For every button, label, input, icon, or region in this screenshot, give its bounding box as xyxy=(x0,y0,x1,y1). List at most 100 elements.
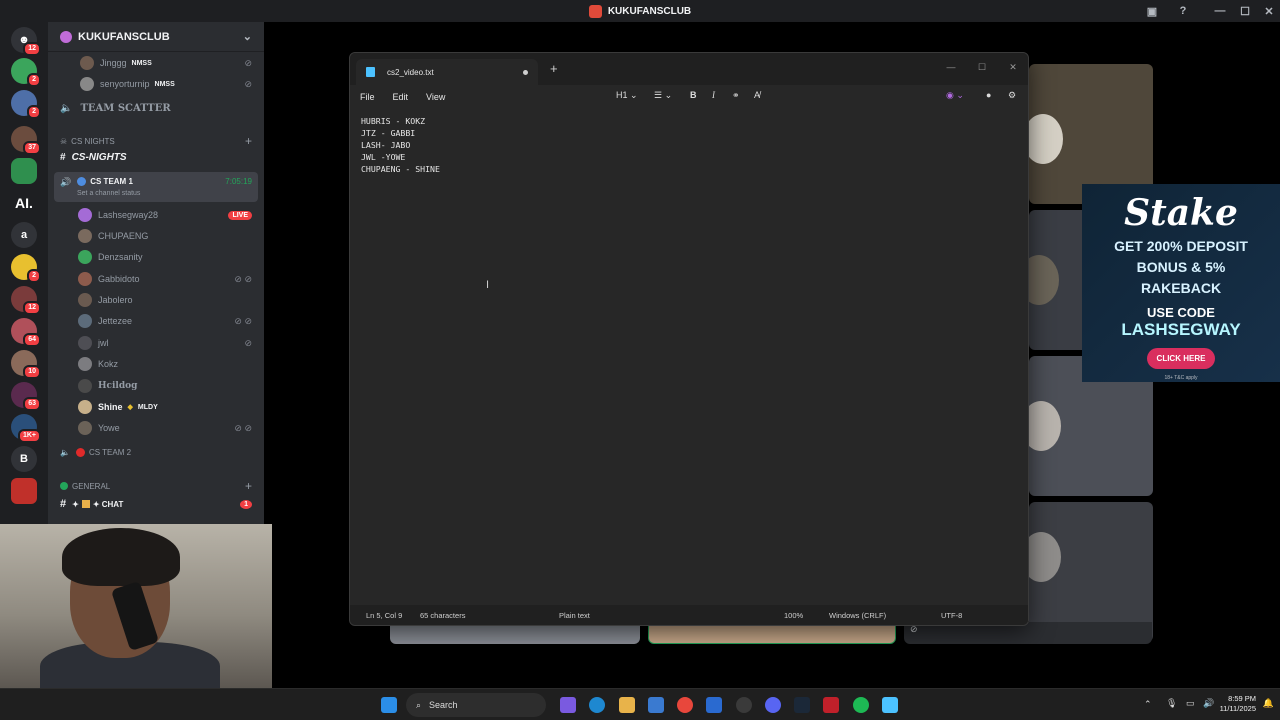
server-icon[interactable]: a xyxy=(11,222,37,248)
server-icon[interactable]: 2 xyxy=(11,58,41,87)
list-icon[interactable]: ☰ ⌄ xyxy=(654,90,672,101)
discord-home-icon[interactable]: ☻ 12 xyxy=(11,27,41,56)
server-icon[interactable]: 12 xyxy=(11,286,41,315)
server-icon[interactable]: 64 xyxy=(11,318,41,347)
server-icon[interactable]: AI. xyxy=(11,190,37,216)
volume-icon[interactable]: 🔊 xyxy=(1203,698,1214,709)
clear-format-icon[interactable]: A̸ xyxy=(754,90,760,100)
minimize-button[interactable]: — xyxy=(936,57,966,77)
text-channel-chat[interactable]: # ✦ ✦ CHAT 1 xyxy=(48,498,264,510)
file-explorer-icon[interactable] xyxy=(619,697,635,713)
voice-member[interactable]: Denzsanity xyxy=(48,250,264,264)
menu-edit[interactable]: Edit xyxy=(393,92,409,102)
channel-status[interactable]: Set a channel status xyxy=(77,190,140,197)
minimize-button[interactable]: — xyxy=(1208,0,1232,22)
account-icon[interactable]: ● xyxy=(986,90,991,100)
text-editor[interactable]: HUBRIS - KOKZ JTZ - GABBI LASH- JABO JWL -Y… xyxy=(361,115,440,175)
menu-view[interactable]: View xyxy=(426,92,445,102)
line-ending[interactable]: Windows (CRLF) xyxy=(829,611,886,620)
add-channel-icon[interactable]: + xyxy=(245,134,252,148)
voice-member[interactable]: Kokz xyxy=(48,357,264,371)
encoding[interactable]: UTF-8 xyxy=(941,611,962,620)
voice-channel-cs-team-1[interactable]: 🔊 CS TEAM 1 7:05:19 Set a channel status xyxy=(54,172,258,202)
voice-member[interactable]: Shine ◆ MLDY xyxy=(48,400,264,414)
voice-member[interactable]: Gabbidoto ⊘ ⊘ xyxy=(48,272,264,286)
notifications-icon[interactable]: 🔔 xyxy=(1263,698,1274,709)
zoom-level[interactable]: 100% xyxy=(784,611,803,620)
close-button[interactable]: ✕ xyxy=(998,57,1028,77)
voice-member[interactable]: CHUPAENG xyxy=(48,229,264,243)
voice-member[interactable]: Jettezee ⊘ ⊘ xyxy=(48,314,264,328)
server-header[interactable]: KUKUFANSCLUB ⌄ xyxy=(48,22,264,52)
store-icon[interactable] xyxy=(648,697,664,713)
copilot-icon[interactable]: ◉ ⌄ xyxy=(946,90,964,101)
category-general[interactable]: GENERAL + xyxy=(48,479,264,493)
bold-icon[interactable]: B xyxy=(690,90,697,100)
italic-icon[interactable]: I xyxy=(712,90,715,100)
close-button[interactable]: ✕ xyxy=(1257,0,1280,22)
chevron-up-icon[interactable]: ⌃ xyxy=(1144,699,1152,710)
voice-member[interactable]: Hcildog xyxy=(48,379,264,393)
edge-icon[interactable] xyxy=(589,697,605,713)
voice-member[interactable]: senyorturnip NMSS ⊘ xyxy=(48,77,264,91)
voice-channel-team-scatter[interactable]: 🔈 TEAM SCATTER xyxy=(48,103,264,114)
file-tab[interactable]: cs2_video.txt xyxy=(356,59,538,85)
server-icon[interactable] xyxy=(11,158,37,184)
text-format[interactable]: Plain text xyxy=(559,611,590,620)
microphone-icon[interactable]: 🎙 xyxy=(1166,698,1177,709)
voice-member[interactable]: Jinggg NMSS ⊘ xyxy=(48,56,264,70)
server-icon[interactable]: 63 xyxy=(11,382,41,411)
ad-line: BONUS & 5% xyxy=(1136,259,1226,275)
voice-member[interactable]: jwl ⊘ xyxy=(48,336,264,350)
server-icon[interactable]: 1K+ xyxy=(11,414,41,443)
discord-icon[interactable] xyxy=(765,697,781,713)
chevron-down-icon[interactable]: ⌄ xyxy=(243,30,252,43)
text-channel-cs-nights[interactable]: # CS-NIGHTS xyxy=(48,152,264,163)
taskbar-clock[interactable]: 8:59 PM 11/11/2025 xyxy=(1220,694,1256,714)
webcam-person xyxy=(62,528,180,586)
app-icon[interactable] xyxy=(706,697,722,713)
inbox-icon[interactable]: ▣ xyxy=(1140,0,1164,22)
server-icon[interactable]: 37 xyxy=(11,126,41,155)
steam-icon[interactable] xyxy=(794,697,810,713)
voice-member[interactable]: Yowe ⊘ ⊘ xyxy=(48,421,264,435)
spotify-icon[interactable] xyxy=(853,697,869,713)
maximize-button[interactable]: ☐ xyxy=(967,57,997,77)
mention-badge: 2 xyxy=(27,105,41,119)
member-name: Jinggg xyxy=(100,58,127,68)
server-icon[interactable]: 2 xyxy=(11,254,41,283)
video-tile[interactable] xyxy=(1029,502,1153,642)
server-icon[interactable]: B xyxy=(11,446,37,472)
settings-gear-icon[interactable]: ⚙ xyxy=(1008,90,1016,101)
new-tab-button[interactable]: + xyxy=(550,61,558,76)
red-circle-icon xyxy=(75,448,85,457)
app-icon[interactable] xyxy=(823,697,839,713)
taskbar-search[interactable]: ⌕ Search xyxy=(406,693,546,717)
mute-deafen-icon: ⊘ ⊘ xyxy=(234,422,252,433)
windows-start-icon[interactable] xyxy=(381,697,397,713)
video-tile[interactable] xyxy=(1029,64,1153,204)
help-icon[interactable]: ? xyxy=(1171,0,1195,22)
ad-click-here-button[interactable]: CLICK HERE xyxy=(1146,348,1216,369)
participant-face xyxy=(1029,255,1059,305)
server-icon[interactable] xyxy=(11,478,37,504)
unsaved-dot-icon[interactable] xyxy=(523,69,528,75)
server-icon[interactable]: 10 xyxy=(11,350,41,379)
notepad-icon[interactable] xyxy=(882,697,898,713)
network-icon[interactable]: ▭ xyxy=(1186,698,1195,709)
category-cs-nights[interactable]: ☠ CS NIGHTS + xyxy=(48,134,264,148)
menu-file[interactable]: File xyxy=(360,92,375,102)
voice-channel-cs-team-2[interactable]: 🔈 CS TEAM 2 xyxy=(48,448,264,457)
maximize-button[interactable]: ☐ xyxy=(1233,0,1257,22)
server-icon[interactable]: 2 xyxy=(11,90,41,119)
link-icon[interactable]: ⚭ xyxy=(732,90,740,101)
add-channel-icon[interactable]: + xyxy=(245,479,252,493)
voice-member[interactable]: Lashsegway28 LIVE xyxy=(48,208,264,222)
app-icon[interactable] xyxy=(736,697,752,713)
chrome-icon[interactable] xyxy=(677,697,693,713)
heading-dropdown[interactable]: H1 ⌄ xyxy=(616,90,638,101)
stake-ad-overlay[interactable]: Stake GET 200% DEPOSIT BONUS & 5% RAKEBA… xyxy=(1082,184,1280,382)
member-tag-icon: ◆ xyxy=(127,404,133,411)
voice-member[interactable]: Jabolero xyxy=(48,293,264,307)
copilot-icon[interactable] xyxy=(560,697,576,713)
